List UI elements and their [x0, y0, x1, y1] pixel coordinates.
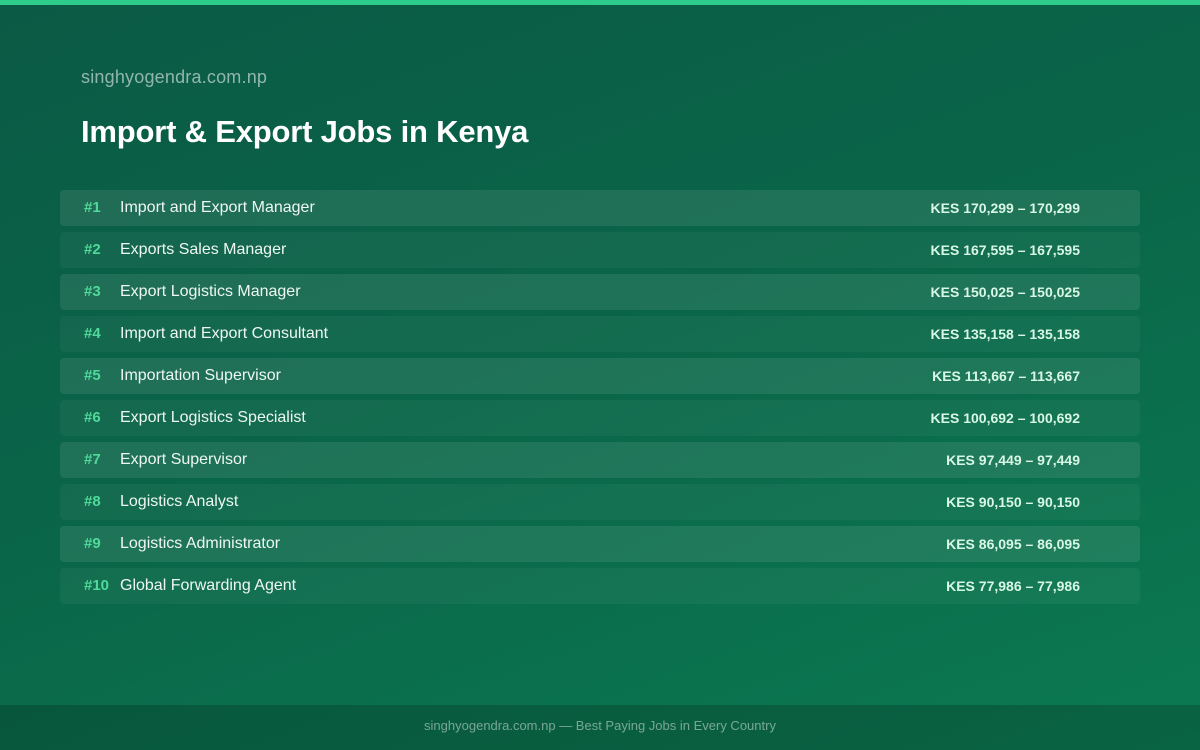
job-salary: KES 135,158 – 135,158: [930, 326, 1080, 342]
job-title: Logistics Administrator: [120, 535, 281, 552]
job-salary: KES 90,150 – 90,150: [946, 494, 1080, 510]
job-row: #8 Logistics Analyst KES 90,150 – 90,150: [60, 484, 1140, 520]
job-salary: KES 167,595 – 167,595: [930, 242, 1080, 258]
job-title: Export Logistics Specialist: [120, 409, 306, 426]
job-salary: KES 170,299 – 170,299: [930, 200, 1080, 216]
job-rank: #2: [84, 241, 101, 258]
job-row: #9 Logistics Administrator KES 86,095 – …: [60, 526, 1140, 562]
job-row: #10 Global Forwarding Agent KES 77,986 –…: [60, 568, 1140, 604]
top-accent-bar: [0, 0, 1200, 5]
job-rank: #8: [84, 493, 101, 510]
job-salary: KES 77,986 – 77,986: [946, 578, 1080, 594]
job-row: #7 Export Supervisor KES 97,449 – 97,449: [60, 442, 1140, 478]
job-title: Logistics Analyst: [120, 493, 239, 510]
job-rank: #3: [84, 283, 101, 300]
jobs-list: #1 Import and Export Manager KES 170,299…: [60, 190, 1140, 610]
job-title: Export Supervisor: [120, 451, 248, 468]
job-title: Global Forwarding Agent: [120, 577, 297, 594]
job-rank: #7: [84, 451, 101, 468]
job-title: Exports Sales Manager: [120, 241, 287, 258]
job-row: #5 Importation Supervisor KES 113,667 – …: [60, 358, 1140, 394]
job-rank: #4: [84, 325, 101, 342]
job-rank: #10: [84, 577, 110, 594]
footer: singhyogendra.com.np — Best Paying Jobs …: [0, 705, 1200, 750]
job-row: #2 Exports Sales Manager KES 167,595 – 1…: [60, 232, 1140, 268]
footer-text: singhyogendra.com.np — Best Paying Jobs …: [424, 718, 776, 733]
job-rank: #9: [84, 535, 101, 552]
job-title: Import and Export Manager: [120, 199, 315, 216]
job-rank: #6: [84, 409, 101, 426]
job-salary: KES 100,692 – 100,692: [930, 410, 1080, 426]
job-title: Export Logistics Manager: [120, 283, 301, 300]
job-row: #1 Import and Export Manager KES 170,299…: [60, 190, 1140, 226]
job-rank: #1: [84, 199, 101, 216]
job-salary: KES 86,095 – 86,095: [946, 536, 1080, 552]
job-rank: #5: [84, 367, 101, 384]
job-salary: KES 113,667 – 113,667: [932, 368, 1080, 384]
job-salary: KES 97,449 – 97,449: [946, 452, 1080, 468]
site-name: singhyogendra.com.np: [81, 67, 268, 87]
job-row: #3 Export Logistics Manager KES 150,025 …: [60, 274, 1140, 310]
page-title: Import & Export Jobs in Kenya: [81, 114, 529, 149]
job-row: #6 Export Logistics Specialist KES 100,6…: [60, 400, 1140, 436]
job-row: #4 Import and Export Consultant KES 135,…: [60, 316, 1140, 352]
job-title: Importation Supervisor: [120, 367, 281, 384]
job-title: Import and Export Consultant: [120, 325, 329, 342]
job-salary: KES 150,025 – 150,025: [930, 284, 1080, 300]
